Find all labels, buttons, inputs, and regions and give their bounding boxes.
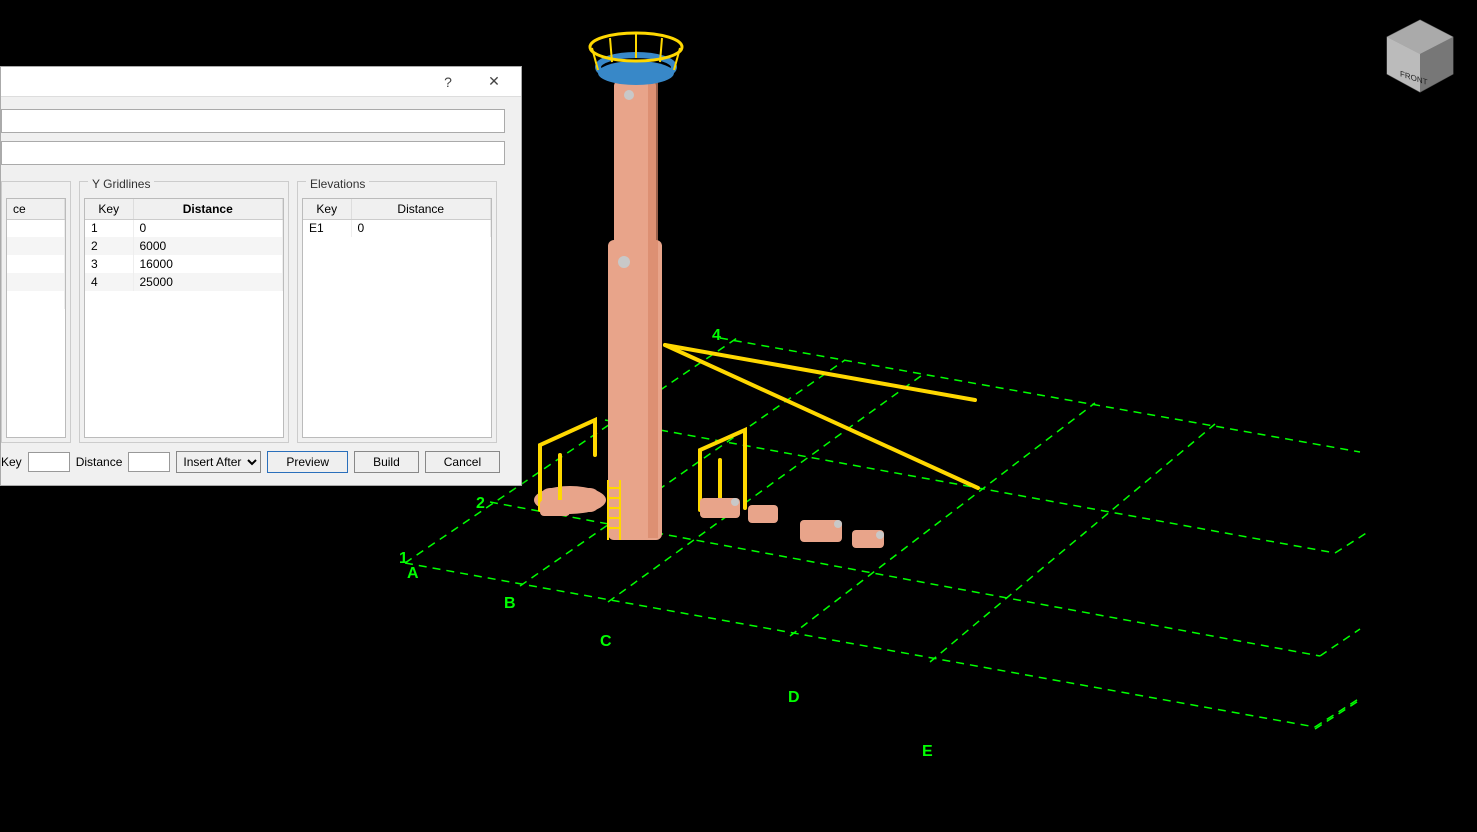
grid-label-a: A	[407, 565, 419, 582]
e-panel-title: Elevations	[306, 177, 369, 191]
table-row[interactable]: 26000	[85, 237, 283, 255]
e-col-key: Key	[303, 199, 351, 219]
key-input[interactable]	[28, 452, 70, 472]
dialog-input-2[interactable]	[1, 141, 505, 165]
grid-label-d: D	[788, 689, 800, 706]
view-cube[interactable]: FRONT	[1375, 12, 1465, 102]
grid-label-4: 4	[712, 327, 721, 344]
key-label: Key	[1, 455, 22, 469]
y-panel-title: Y Gridlines	[88, 177, 154, 191]
dialog-titlebar[interactable]: ? ✕	[1, 67, 521, 97]
distance-label: Distance	[76, 455, 123, 469]
cancel-button[interactable]: Cancel	[425, 451, 500, 473]
table-row[interactable]: 10	[85, 219, 283, 237]
x-gridlines-panel: ce	[1, 181, 71, 443]
elevations-panel: Elevations Key Distance E10	[297, 181, 497, 443]
grid-label-1: 1	[399, 550, 408, 567]
build-button[interactable]: Build	[354, 451, 419, 473]
table-row[interactable]: E10	[303, 219, 491, 237]
y-col-distance: Distance	[133, 199, 283, 219]
grid-label-2: 2	[476, 495, 485, 512]
table-row[interactable]: 425000	[85, 273, 283, 291]
y-gridlines-panel: Y Gridlines Key Distance 10 26000 316000…	[79, 181, 289, 443]
e-col-distance: Distance	[351, 199, 491, 219]
insert-mode-select[interactable]: Insert After	[176, 451, 261, 473]
help-button[interactable]: ?	[425, 68, 471, 96]
preview-button[interactable]: Preview	[267, 451, 348, 473]
close-button[interactable]: ✕	[471, 68, 517, 96]
grid-label-b: B	[504, 595, 516, 612]
table-row[interactable]: 316000	[85, 255, 283, 273]
y-col-key: Key	[85, 199, 133, 219]
x-gridlines-table[interactable]: ce	[6, 198, 66, 438]
gridlines-dialog: ? ✕ ce	[0, 66, 522, 486]
x-col-distance: ce	[7, 199, 65, 219]
grid-label-e: E	[922, 743, 933, 760]
grid-label-c: C	[600, 633, 612, 650]
y-gridlines-table[interactable]: Key Distance 10 26000 316000 425000	[84, 198, 284, 438]
dialog-input-1[interactable]	[1, 109, 505, 133]
distance-input[interactable]	[128, 452, 170, 472]
elevations-table[interactable]: Key Distance E10	[302, 198, 492, 438]
